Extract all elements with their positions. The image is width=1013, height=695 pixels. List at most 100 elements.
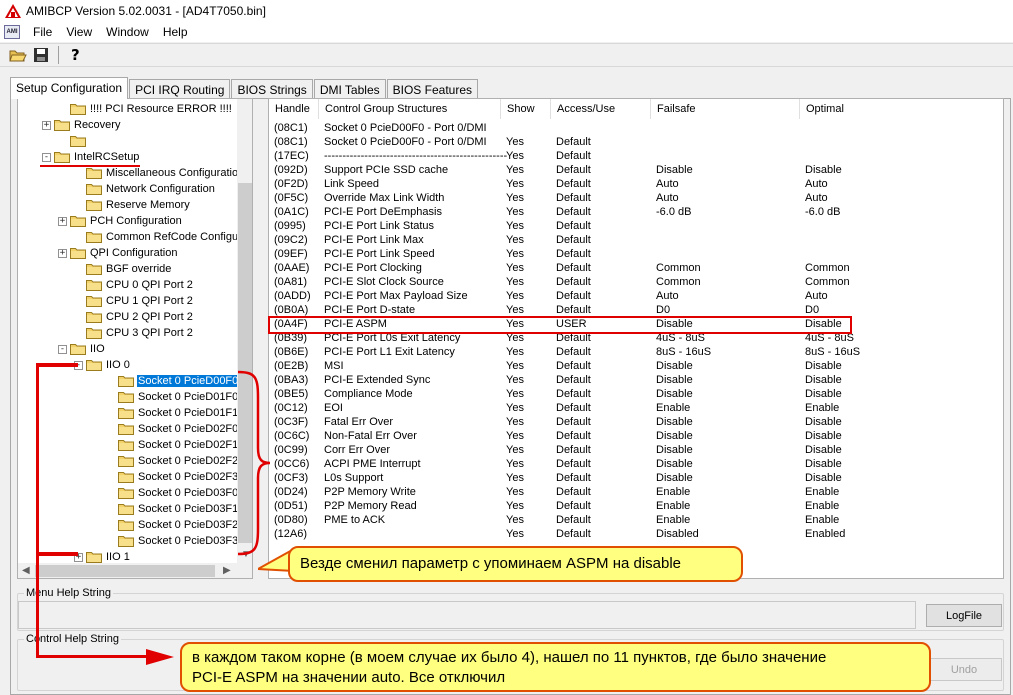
table-row[interactable]: (0D80) PME to ACK Yes Default Enable Enable xyxy=(269,513,1003,527)
table-row[interactable]: (0E2B) MSI Yes Default Disable Disable xyxy=(269,359,1003,373)
table-row[interactable]: (0C99) Corr Err Over Yes Default Disable Disa… xyxy=(269,443,1003,457)
table-row[interactable]: (0CC6) ACPI PME Interrupt Yes Default Disabl… xyxy=(269,457,1003,471)
tree-node-label: Socket 0 PcieD03F1 xyxy=(138,503,239,515)
column-header[interactable]: Handle xyxy=(269,99,319,119)
folder-open-icon[interactable] xyxy=(8,45,28,65)
column-header[interactable]: Access/Use xyxy=(551,99,651,119)
setup-tree[interactable]: !!!! PCI Resource ERROR !!!! + Recovery - In… xyxy=(17,98,253,579)
tab-bios-strings[interactable]: BIOS Strings xyxy=(231,79,313,99)
tree-node[interactable]: Socket 0 PcieD02F2 xyxy=(106,453,239,469)
tree-expander-icon[interactable]: + xyxy=(42,120,51,130)
folder-icon xyxy=(86,231,105,243)
table-row[interactable]: (0D24) P2P Memory Write Yes Default Enable En… xyxy=(269,485,1003,499)
tree-node[interactable] xyxy=(58,133,91,149)
menu-window[interactable]: Window xyxy=(99,25,156,39)
table-row[interactable]: (12A6) Yes Default Disabled Enabled xyxy=(269,527,1003,541)
tree-node[interactable]: - IIO 0 xyxy=(74,357,131,373)
column-header[interactable]: Failsafe xyxy=(651,99,800,119)
tab-dmi-tables[interactable]: DMI Tables xyxy=(313,79,386,99)
table-row[interactable]: (0A1C) PCI-E Port DeEmphasis Yes Default -6.… xyxy=(269,205,1003,219)
table-row[interactable]: (0CF3) L0s Support Yes Default Disable Disabl… xyxy=(269,471,1003,485)
table-row[interactable]: (0F5C) Override Max Link Width Yes Default A… xyxy=(269,191,1003,205)
tree-expander-icon[interactable]: + xyxy=(58,216,67,226)
tree-node[interactable]: - IIO xyxy=(58,341,106,357)
table-cell: (17EC) xyxy=(274,150,309,162)
table-row[interactable]: (0BA3) PCI-E Extended Sync Yes Default Disab… xyxy=(269,373,1003,387)
table-cell: Yes xyxy=(506,514,524,526)
tree-node[interactable]: CPU 1 QPI Port 2 xyxy=(74,293,194,309)
menu-view[interactable]: View xyxy=(59,25,99,39)
tree-node[interactable]: Socket 0 PcieD01F1 xyxy=(106,405,239,421)
table-row[interactable]: (0BE5) Compliance Mode Yes Default Disable Di… xyxy=(269,387,1003,401)
table-cell: Compliance Mode xyxy=(324,388,413,400)
tree-node[interactable]: + QPI Configuration xyxy=(58,245,178,261)
tab-bios-features[interactable]: BIOS Features xyxy=(386,79,478,99)
table-row[interactable]: (17EC) ----------------------------------… xyxy=(269,149,1003,163)
tree-node[interactable]: !!!! PCI Resource ERROR !!!! xyxy=(58,101,233,117)
table-cell: Disable xyxy=(656,430,693,442)
tree-node[interactable]: Socket 0 PcieD03F0 xyxy=(106,485,239,501)
scroll-right-icon[interactable]: ▶ xyxy=(223,565,231,576)
column-header[interactable]: Control Group Structures xyxy=(319,99,501,119)
table-row[interactable]: (09EF) PCI-E Port Link Speed Yes Default xyxy=(269,247,1003,261)
tree-node[interactable]: Socket 0 PcieD02F0 xyxy=(106,421,239,437)
table-row[interactable]: (0AAE) PCI-E Port Clocking Yes Default Commo… xyxy=(269,261,1003,275)
folder-icon xyxy=(86,199,105,211)
tree-node[interactable]: Common RefCode Configurati xyxy=(74,229,252,245)
table-row[interactable]: (092D) Support PCIe SSD cache Yes Default Di… xyxy=(269,163,1003,177)
column-header[interactable]: Show xyxy=(501,99,551,119)
table-row[interactable]: (0F2D) Link Speed Yes Default Auto Auto xyxy=(269,177,1003,191)
tree-node[interactable]: CPU 3 QPI Port 2 xyxy=(74,325,194,341)
tree-node[interactable]: Network Configuration xyxy=(74,181,216,197)
table-row[interactable]: (0B0A) PCI-E Port D-state Yes Default D0 D0 xyxy=(269,303,1003,317)
table-row[interactable]: (0C12) EOI Yes Default Enable Enable xyxy=(269,401,1003,415)
tree-node[interactable]: Reserve Memory xyxy=(74,197,191,213)
table-row[interactable]: (0D51) P2P Memory Read Yes Default Enable Ena… xyxy=(269,499,1003,513)
table-cell: Yes xyxy=(506,374,524,386)
table-cell: Default xyxy=(556,528,591,540)
control-list[interactable]: Handle Control Group Structures Show Access… xyxy=(268,98,1004,579)
column-header[interactable]: Optimal xyxy=(800,99,1003,119)
tree-node[interactable]: Socket 0 PcieD03F2 xyxy=(106,517,239,533)
tree-node[interactable]: Miscellaneous Configuration xyxy=(74,165,245,181)
table-row[interactable]: (08C1) Socket 0 PcieD00F0 - Port 0/DMI Yes… xyxy=(269,135,1003,149)
tab-pci-irq-routing[interactable]: PCI IRQ Routing xyxy=(129,79,231,99)
table-row[interactable]: (0995) PCI-E Port Link Status Yes Default xyxy=(269,219,1003,233)
tree-node[interactable]: Socket 0 PcieD03F1 xyxy=(106,501,239,517)
scroll-left-icon[interactable]: ◀ xyxy=(22,565,30,576)
tree-node[interactable]: CPU 0 QPI Port 2 xyxy=(74,277,194,293)
table-cell: Enable xyxy=(805,500,840,512)
annotation-vertical-line xyxy=(36,363,39,658)
tree-node[interactable]: + Recovery xyxy=(42,117,121,133)
table-row[interactable]: (08C1) Socket 0 PcieD00F0 - Port 0/DMI xyxy=(269,121,1003,135)
menu-help[interactable]: Help xyxy=(156,25,195,39)
save-icon[interactable] xyxy=(31,45,51,65)
tree-expander-icon[interactable]: - xyxy=(42,152,51,162)
table-row[interactable]: (0C6C) Non-Fatal Err Over Yes Default Disabl… xyxy=(269,429,1003,443)
table-row[interactable]: (09C2) PCI-E Port Link Max Yes Default xyxy=(269,233,1003,247)
table-row[interactable]: (0ADD) PCI-E Port Max Payload Size Yes Defa… xyxy=(269,289,1003,303)
tree-expander-icon[interactable]: + xyxy=(58,248,67,258)
tab-setup-configuration[interactable]: Setup Configuration xyxy=(10,77,129,99)
tree-node[interactable]: BGF override xyxy=(74,261,172,277)
table-cell: Default xyxy=(556,290,591,302)
help-icon[interactable]: ? xyxy=(66,45,86,65)
logfile-button[interactable]: LogFile xyxy=(926,604,1002,627)
tree-node[interactable]: Socket 0 PcieD02F1 xyxy=(106,437,239,453)
menu-file[interactable]: File xyxy=(26,25,59,39)
tree-expander-icon[interactable]: - xyxy=(58,344,67,354)
document-icon[interactable]: AMI xyxy=(4,25,20,39)
table-row[interactable]: (0A81) PCI-E Slot Clock Source Yes Default C… xyxy=(269,275,1003,289)
undo-button[interactable]: Undo xyxy=(926,658,1002,681)
tree-node[interactable]: CPU 2 QPI Port 2 xyxy=(74,309,194,325)
tree-node[interactable]: Socket 0 PcieD01F0 xyxy=(106,389,239,405)
tree-node[interactable]: + PCH Configuration xyxy=(58,213,183,229)
table-row[interactable]: (0C3F) Fatal Err Over Yes Default Disable Dis… xyxy=(269,415,1003,429)
tree-node[interactable]: - IntelRCSetup xyxy=(42,149,140,165)
tree-node[interactable]: Socket 0 PcieD02F3 xyxy=(106,469,239,485)
tree-node[interactable]: Socket 0 PcieD00F0 xyxy=(106,373,241,389)
tree-horizontal-scrollbar[interactable]: ◀ ▶ xyxy=(18,563,252,578)
tree-horizontal-scroll-thumb[interactable] xyxy=(35,565,215,577)
table-row[interactable]: (0B6E) PCI-E Port L1 Exit Latency Yes Defau… xyxy=(269,345,1003,359)
tree-node[interactable]: Socket 0 PcieD03F3 xyxy=(106,533,239,549)
